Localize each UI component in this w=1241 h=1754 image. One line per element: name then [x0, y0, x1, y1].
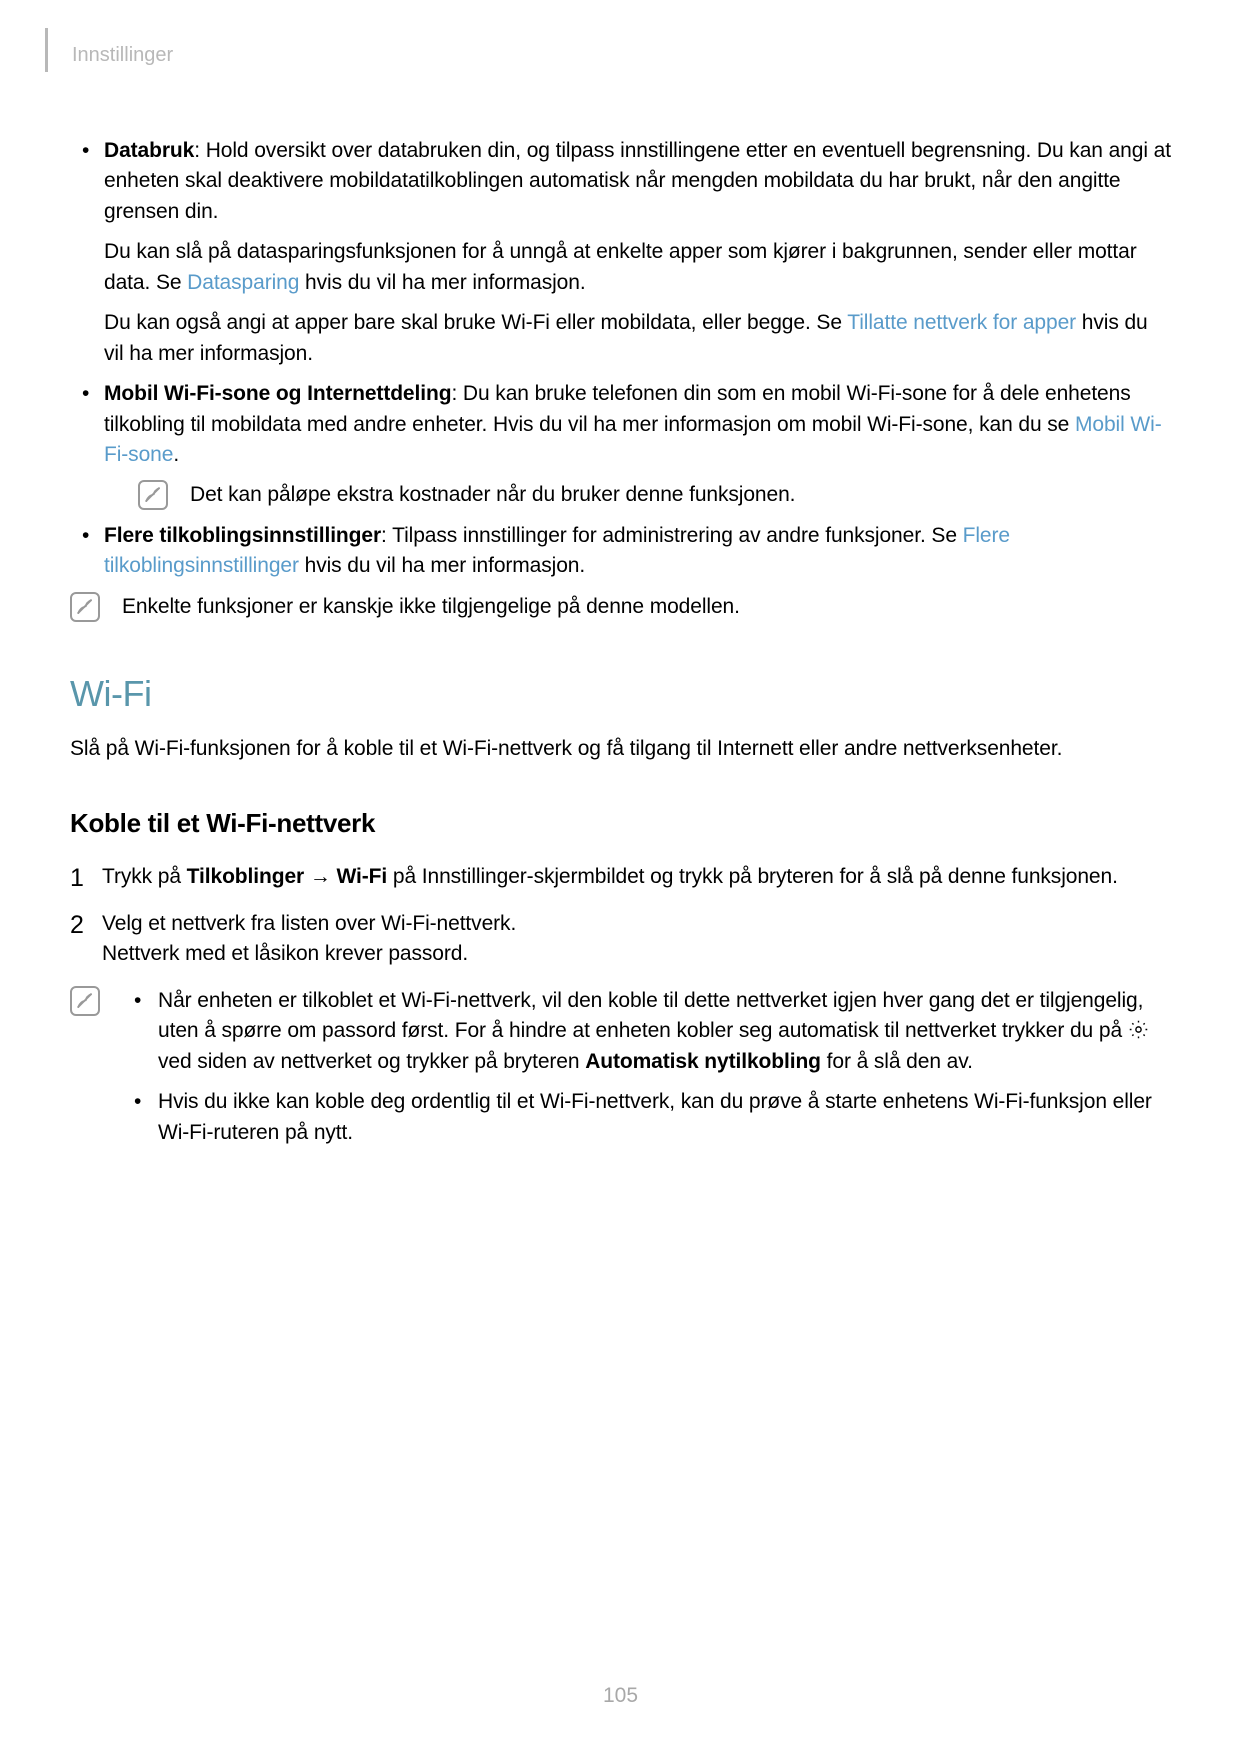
list-item-databruk: Databruk: Hold oversikt over databruken … [82, 136, 1171, 369]
step-arrow: → [304, 865, 336, 888]
tip-text: Hvis du ikke kan koble deg ordentlig til… [158, 1090, 1152, 1143]
note-text: Det kan påløpe ekstra kostnader når du b… [190, 480, 795, 510]
step-2: Velg et nettverk fra listen over Wi-Fi-n… [70, 909, 1171, 970]
note-row: Det kan påløpe ekstra kostnader når du b… [138, 480, 1171, 510]
header-title: Innstillinger [72, 44, 173, 67]
tip-item: Hvis du ikke kan koble deg ordentlig til… [134, 1087, 1171, 1148]
tip-bold: Automatisk nytilkobling [585, 1050, 821, 1073]
page-number: 105 [0, 1684, 1241, 1708]
link-datasparing[interactable]: Datasparing [187, 271, 299, 294]
item-text: hvis du vil ha mer informasjon. [299, 271, 585, 294]
steps-list: Trykk på Tilkoblinger → Wi-Fi på Innstil… [70, 862, 1171, 969]
note-row: Enkelte funksjoner er kanskje ikke tilgj… [70, 592, 1171, 622]
note-icon [138, 480, 168, 510]
list-item-more-connections: Flere tilkoblingsinnstillinger: Tilpass … [82, 521, 1171, 582]
header-bar [45, 28, 48, 72]
tip-item: Når enheten er tilkoblet et Wi-Fi-nettve… [134, 986, 1171, 1077]
tip-text: Når enheten er tilkoblet et Wi-Fi-nettve… [158, 989, 1143, 1042]
step-1: Trykk på Tilkoblinger → Wi-Fi på Innstil… [70, 862, 1171, 892]
note-icon [70, 592, 100, 622]
tip-list: Når enheten er tilkoblet et Wi-Fi-nettve… [122, 986, 1171, 1158]
step-bold: Wi-Fi [336, 865, 387, 888]
item-text: Du kan også angi at apper bare skal bruk… [104, 311, 847, 334]
list-item-hotspot: Mobil Wi-Fi-sone og Internettdeling: Du … [82, 379, 1171, 511]
section-intro: Slå på Wi-Fi-funksjonen for å koble til … [70, 734, 1171, 764]
page-header: Innstillinger [45, 38, 1171, 72]
item-title: Databruk [104, 139, 194, 162]
step-text: Nettverk med et låsikon krever passord. [102, 939, 1171, 969]
tip-text: for å slå den av. [821, 1050, 973, 1073]
step-bold: Tilkoblinger [187, 865, 304, 888]
step-text: på Innstillinger-skjermbildet og trykk p… [387, 865, 1118, 888]
note-text: Enkelte funksjoner er kanskje ikke tilgj… [122, 592, 740, 622]
tip-block: Når enheten er tilkoblet et Wi-Fi-nettve… [70, 986, 1171, 1158]
item-text: . [173, 443, 179, 466]
item-text: hvis du vil ha mer informasjon. [299, 554, 585, 577]
item-text: : Hold oversikt over databruken din, og … [104, 139, 1171, 223]
tip-text: ved siden av nettverket og trykker på br… [158, 1050, 585, 1073]
feature-list: Databruk: Hold oversikt over databruken … [82, 136, 1171, 582]
page-content: Databruk: Hold oversikt over databruken … [70, 136, 1171, 1158]
gear-icon [1128, 1019, 1149, 1040]
note-icon [70, 986, 100, 1016]
step-text: Trykk på [102, 865, 187, 888]
step-text: Velg et nettverk fra listen over Wi-Fi-n… [102, 909, 1171, 939]
subsection-heading: Koble til et Wi-Fi-nettverk [70, 805, 1171, 843]
item-text: : Tilpass innstillinger for administreri… [381, 524, 963, 547]
section-heading-wifi: Wi-Fi [70, 668, 1171, 720]
item-title: Flere tilkoblingsinnstillinger [104, 524, 381, 547]
link-tillatte-nettverk[interactable]: Tillatte nettverk for apper [847, 311, 1076, 334]
item-title: Mobil Wi-Fi-sone og Internettdeling [104, 382, 451, 405]
